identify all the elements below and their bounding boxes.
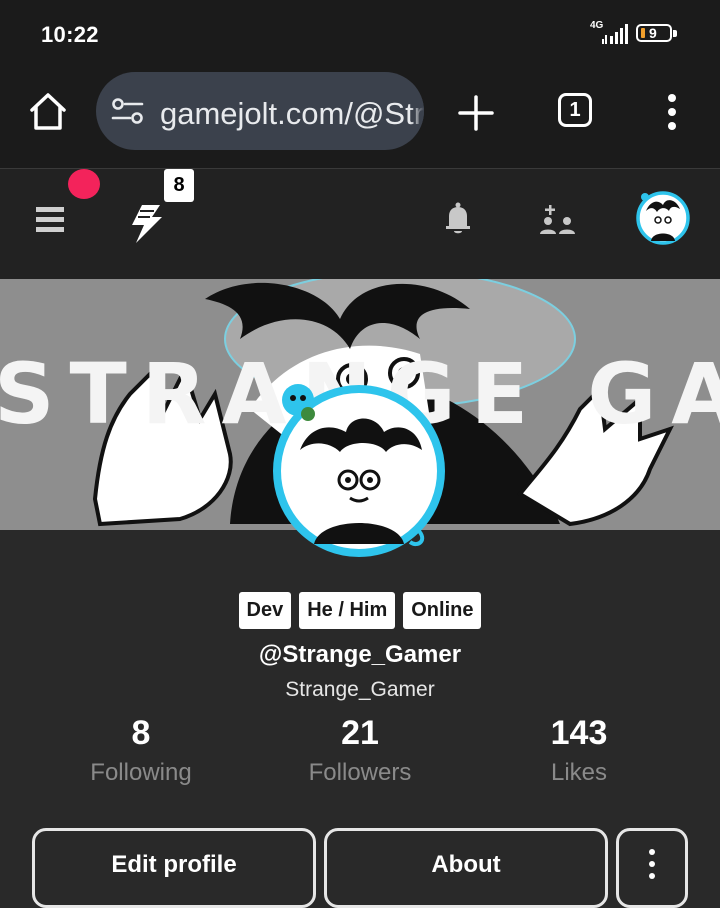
followers-label: Followers [308, 759, 412, 786]
notification-dot [68, 169, 100, 199]
profile-tags: Dev He / Him Online [0, 592, 720, 629]
profile-handle: @Strange_Gamer [258, 641, 462, 668]
status-bar: 10:22 4G 9 [0, 0, 720, 66]
menu-icon[interactable] [36, 207, 64, 233]
more-icon [649, 849, 655, 879]
battery-icon: 9 [636, 24, 678, 44]
about-button[interactable]: About [324, 828, 608, 908]
tag-dev: Dev [238, 592, 292, 629]
tag-pronouns: He / Him [299, 592, 396, 629]
following-label: Following [90, 759, 192, 786]
following-stat[interactable]: 8 Following [41, 714, 241, 787]
likes-count: 143 [550, 714, 608, 752]
tag-online-status: Online [403, 592, 482, 629]
new-tab-icon[interactable] [456, 93, 496, 133]
browser-menu-icon[interactable] [662, 92, 682, 132]
home-icon[interactable] [26, 90, 70, 134]
user-avatar[interactable] [636, 191, 690, 245]
activity-count-badge: 8 [164, 169, 194, 202]
battery-level: 9 [649, 25, 657, 41]
address-bar[interactable]: gamejolt.com/@Strange_Gamer [96, 72, 424, 150]
following-count: 8 [131, 714, 151, 752]
lightning-icon[interactable] [126, 203, 166, 245]
url-text[interactable]: gamejolt.com/@Strange_Gamer [160, 96, 424, 132]
site-settings-icon[interactable] [110, 98, 146, 124]
browser-toolbar: gamejolt.com/@Strange_Gamer 1 [0, 66, 720, 169]
profile-avatar [273, 384, 445, 557]
followers-stat[interactable]: 21 Followers [260, 714, 460, 787]
friends-icon[interactable] [540, 203, 576, 235]
signal-icon [602, 24, 628, 44]
tab-switcher-button[interactable]: 1 [558, 93, 592, 127]
more-options-button[interactable] [616, 828, 688, 908]
followers-count: 21 [341, 714, 379, 752]
site-nav: 8 [0, 169, 720, 279]
clock: 10:22 [41, 22, 99, 47]
bell-icon[interactable] [444, 201, 472, 235]
edit-profile-button[interactable]: Edit profile [32, 828, 316, 908]
profile-display-name: Strange_Gamer [285, 678, 435, 701]
likes-stat[interactable]: 143 Likes [479, 714, 679, 787]
likes-label: Likes [550, 759, 608, 786]
